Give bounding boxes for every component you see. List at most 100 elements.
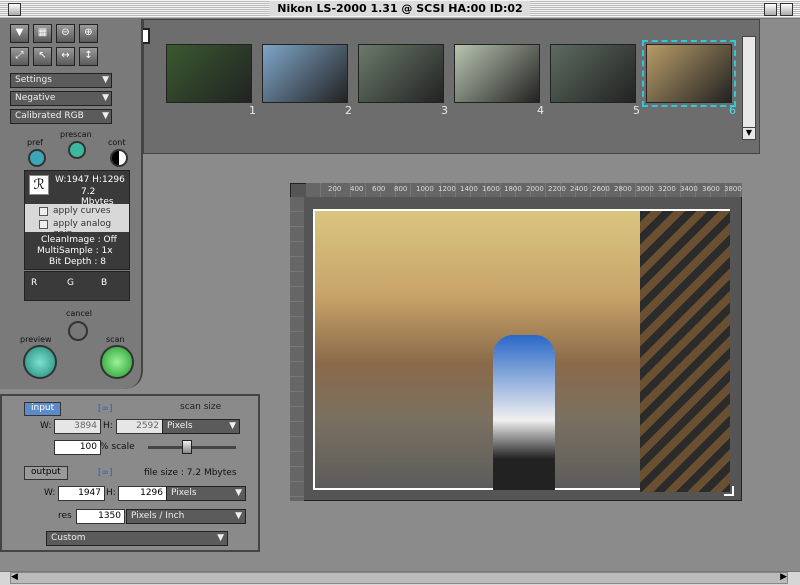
pref-label: pref bbox=[27, 138, 43, 147]
input-height-field[interactable]: 2592 bbox=[116, 419, 163, 434]
horizontal-scrollbar[interactable]: ◀ ▶ bbox=[10, 572, 788, 584]
b-label: B bbox=[101, 278, 108, 288]
scale-slider-thumb[interactable] bbox=[182, 440, 192, 454]
resolution-field[interactable]: 1350 bbox=[76, 509, 125, 524]
input-unit-dropdown[interactable]: Pixels ▼ bbox=[162, 419, 240, 434]
filmstrip-scrollbar[interactable]: ▼ bbox=[742, 36, 756, 140]
pref-button[interactable] bbox=[28, 149, 46, 167]
scale-field[interactable]: 100 bbox=[54, 440, 101, 455]
film-frame-thumbnail[interactable] bbox=[642, 40, 736, 107]
preset-label: Custom bbox=[51, 533, 86, 543]
ruler-tick-label: 3600 bbox=[702, 185, 720, 193]
apply-curves-label: apply curves bbox=[53, 206, 111, 216]
res-label: res bbox=[58, 511, 72, 521]
ruler-tick-label: 2000 bbox=[526, 185, 544, 193]
output-height-field[interactable]: 1296 bbox=[118, 486, 167, 501]
preview-button[interactable] bbox=[23, 345, 57, 379]
apply-gain-checkbox[interactable] bbox=[39, 220, 48, 229]
scan-info-panel: ℛ W:1947 H:1296 7.2 Mbytes apply curves … bbox=[24, 170, 130, 270]
ruler-tick-label: 400 bbox=[350, 185, 364, 193]
cont-label: cont bbox=[108, 138, 126, 147]
tool-button[interactable]: ↕ bbox=[79, 47, 98, 66]
film-frame-thumbnail[interactable] bbox=[166, 44, 252, 103]
preview-image[interactable] bbox=[313, 209, 730, 492]
prescan-label: prescan bbox=[60, 130, 92, 139]
scan-label: scan bbox=[106, 335, 125, 344]
input-w-label: W: bbox=[40, 421, 52, 431]
ruler-tick-label: 3800 bbox=[724, 185, 742, 193]
ruler-tick-label: 600 bbox=[372, 185, 386, 193]
ruler-tick-label: 200 bbox=[328, 185, 342, 193]
film-frame-number: 2 bbox=[345, 104, 352, 117]
g-label: G bbox=[67, 278, 74, 288]
ruler-tick-label: 2800 bbox=[614, 185, 632, 193]
chevron-down-icon: ▼ bbox=[235, 511, 242, 521]
preset-dropdown[interactable]: Custom ▼ bbox=[46, 531, 228, 546]
title-bar[interactable]: Nikon LS-2000 1.31 @ SCSI HA:00 ID:02 bbox=[0, 0, 800, 19]
ruler-tick-label: 3200 bbox=[658, 185, 676, 193]
film-frame-number: 5 bbox=[633, 104, 640, 117]
tool-button[interactable]: ⤢ bbox=[10, 47, 29, 66]
scroll-down-arrow-icon[interactable]: ▼ bbox=[743, 127, 755, 139]
input-unit-label: Pixels bbox=[167, 421, 193, 431]
ruler-tick-label: 1200 bbox=[438, 185, 456, 193]
photo-subject-boy bbox=[493, 335, 555, 490]
color-space-dropdown[interactable]: Calibrated RGB ▼ bbox=[10, 109, 112, 124]
output-dimensions: W:1947 H:1296 bbox=[55, 175, 125, 185]
close-box-icon[interactable] bbox=[8, 3, 21, 16]
film-frame-thumbnail[interactable] bbox=[550, 44, 636, 103]
scan-button[interactable] bbox=[100, 345, 134, 379]
color-space-label: Calibrated RGB bbox=[15, 111, 84, 121]
chevron-down-icon: ▼ bbox=[235, 488, 242, 498]
contrast-button[interactable] bbox=[110, 149, 128, 167]
tool-button[interactable]: ⊕ bbox=[79, 24, 98, 43]
window-title: Nikon LS-2000 1.31 @ SCSI HA:00 ID:02 bbox=[269, 1, 531, 16]
resolution-unit-dropdown[interactable]: Pixels / Inch ▼ bbox=[126, 509, 246, 524]
tool-button[interactable]: ▼ bbox=[10, 24, 29, 43]
film-type-dropdown[interactable]: Negative ▼ bbox=[10, 91, 112, 106]
clean-image-status: CleanImage : Off bbox=[41, 235, 117, 245]
input-width-field[interactable]: 3894 bbox=[54, 419, 101, 434]
prescan-button[interactable] bbox=[68, 141, 86, 159]
chevron-down-icon: ▼ bbox=[229, 421, 236, 431]
chevron-down-icon: ▼ bbox=[102, 111, 109, 121]
tool-button[interactable]: ⊖ bbox=[56, 24, 75, 43]
film-frame-thumbnail[interactable] bbox=[262, 44, 348, 103]
ruler-tick-label: 800 bbox=[394, 185, 408, 193]
crop-handle-icon[interactable] bbox=[724, 486, 734, 496]
input-tab[interactable]: input bbox=[24, 402, 62, 416]
tool-button[interactable]: ↔ bbox=[56, 47, 75, 66]
settings-dropdown[interactable]: Settings ▼ bbox=[10, 73, 112, 88]
scroll-left-arrow-icon[interactable]: ◀ bbox=[11, 572, 18, 582]
chevron-down-icon: ▼ bbox=[217, 533, 224, 543]
film-frame-number: 1 bbox=[249, 104, 256, 117]
collapse-box-icon[interactable] bbox=[780, 3, 793, 16]
cancel-button[interactable] bbox=[68, 321, 88, 341]
output-width-field[interactable]: 1947 bbox=[58, 486, 105, 501]
tool-button[interactable]: ↖ bbox=[33, 47, 52, 66]
film-frame-thumbnail[interactable] bbox=[454, 44, 540, 103]
scroll-right-arrow-icon[interactable]: ▶ bbox=[780, 572, 787, 582]
scale-slider[interactable] bbox=[148, 446, 236, 449]
film-strip: 1 2 3 4 5 6 bbox=[134, 19, 760, 154]
output-unit-dropdown[interactable]: Pixels ▼ bbox=[166, 486, 246, 501]
output-w-label: W: bbox=[44, 488, 56, 498]
cancel-label: cancel bbox=[66, 309, 92, 318]
tool-button[interactable]: ▦ bbox=[33, 24, 52, 43]
film-frame-thumbnail[interactable] bbox=[358, 44, 444, 103]
link-icon[interactable]: [∞] bbox=[98, 404, 113, 414]
output-tab[interactable]: output bbox=[24, 466, 68, 480]
vertical-ruler bbox=[290, 197, 304, 501]
film-type-label: Negative bbox=[15, 93, 56, 103]
apply-curves-checkbox[interactable] bbox=[39, 207, 48, 216]
ruler-tick-label: 2600 bbox=[592, 185, 610, 193]
rgb-readout: R G B bbox=[24, 271, 130, 301]
ruler-tick-label: 2200 bbox=[548, 185, 566, 193]
nikon-logo-icon: ℛ bbox=[29, 175, 49, 195]
link-icon[interactable]: [∞] bbox=[98, 468, 113, 478]
horizontal-ruler: 200 400 600 800 1000 1200 1400 1600 1800 2000 2200… bbox=[306, 183, 742, 197]
ruler-tick-label: 3400 bbox=[680, 185, 698, 193]
zoom-box-icon[interactable] bbox=[764, 3, 777, 16]
scale-label: % scale bbox=[100, 442, 135, 452]
photo-structure bbox=[640, 211, 730, 492]
